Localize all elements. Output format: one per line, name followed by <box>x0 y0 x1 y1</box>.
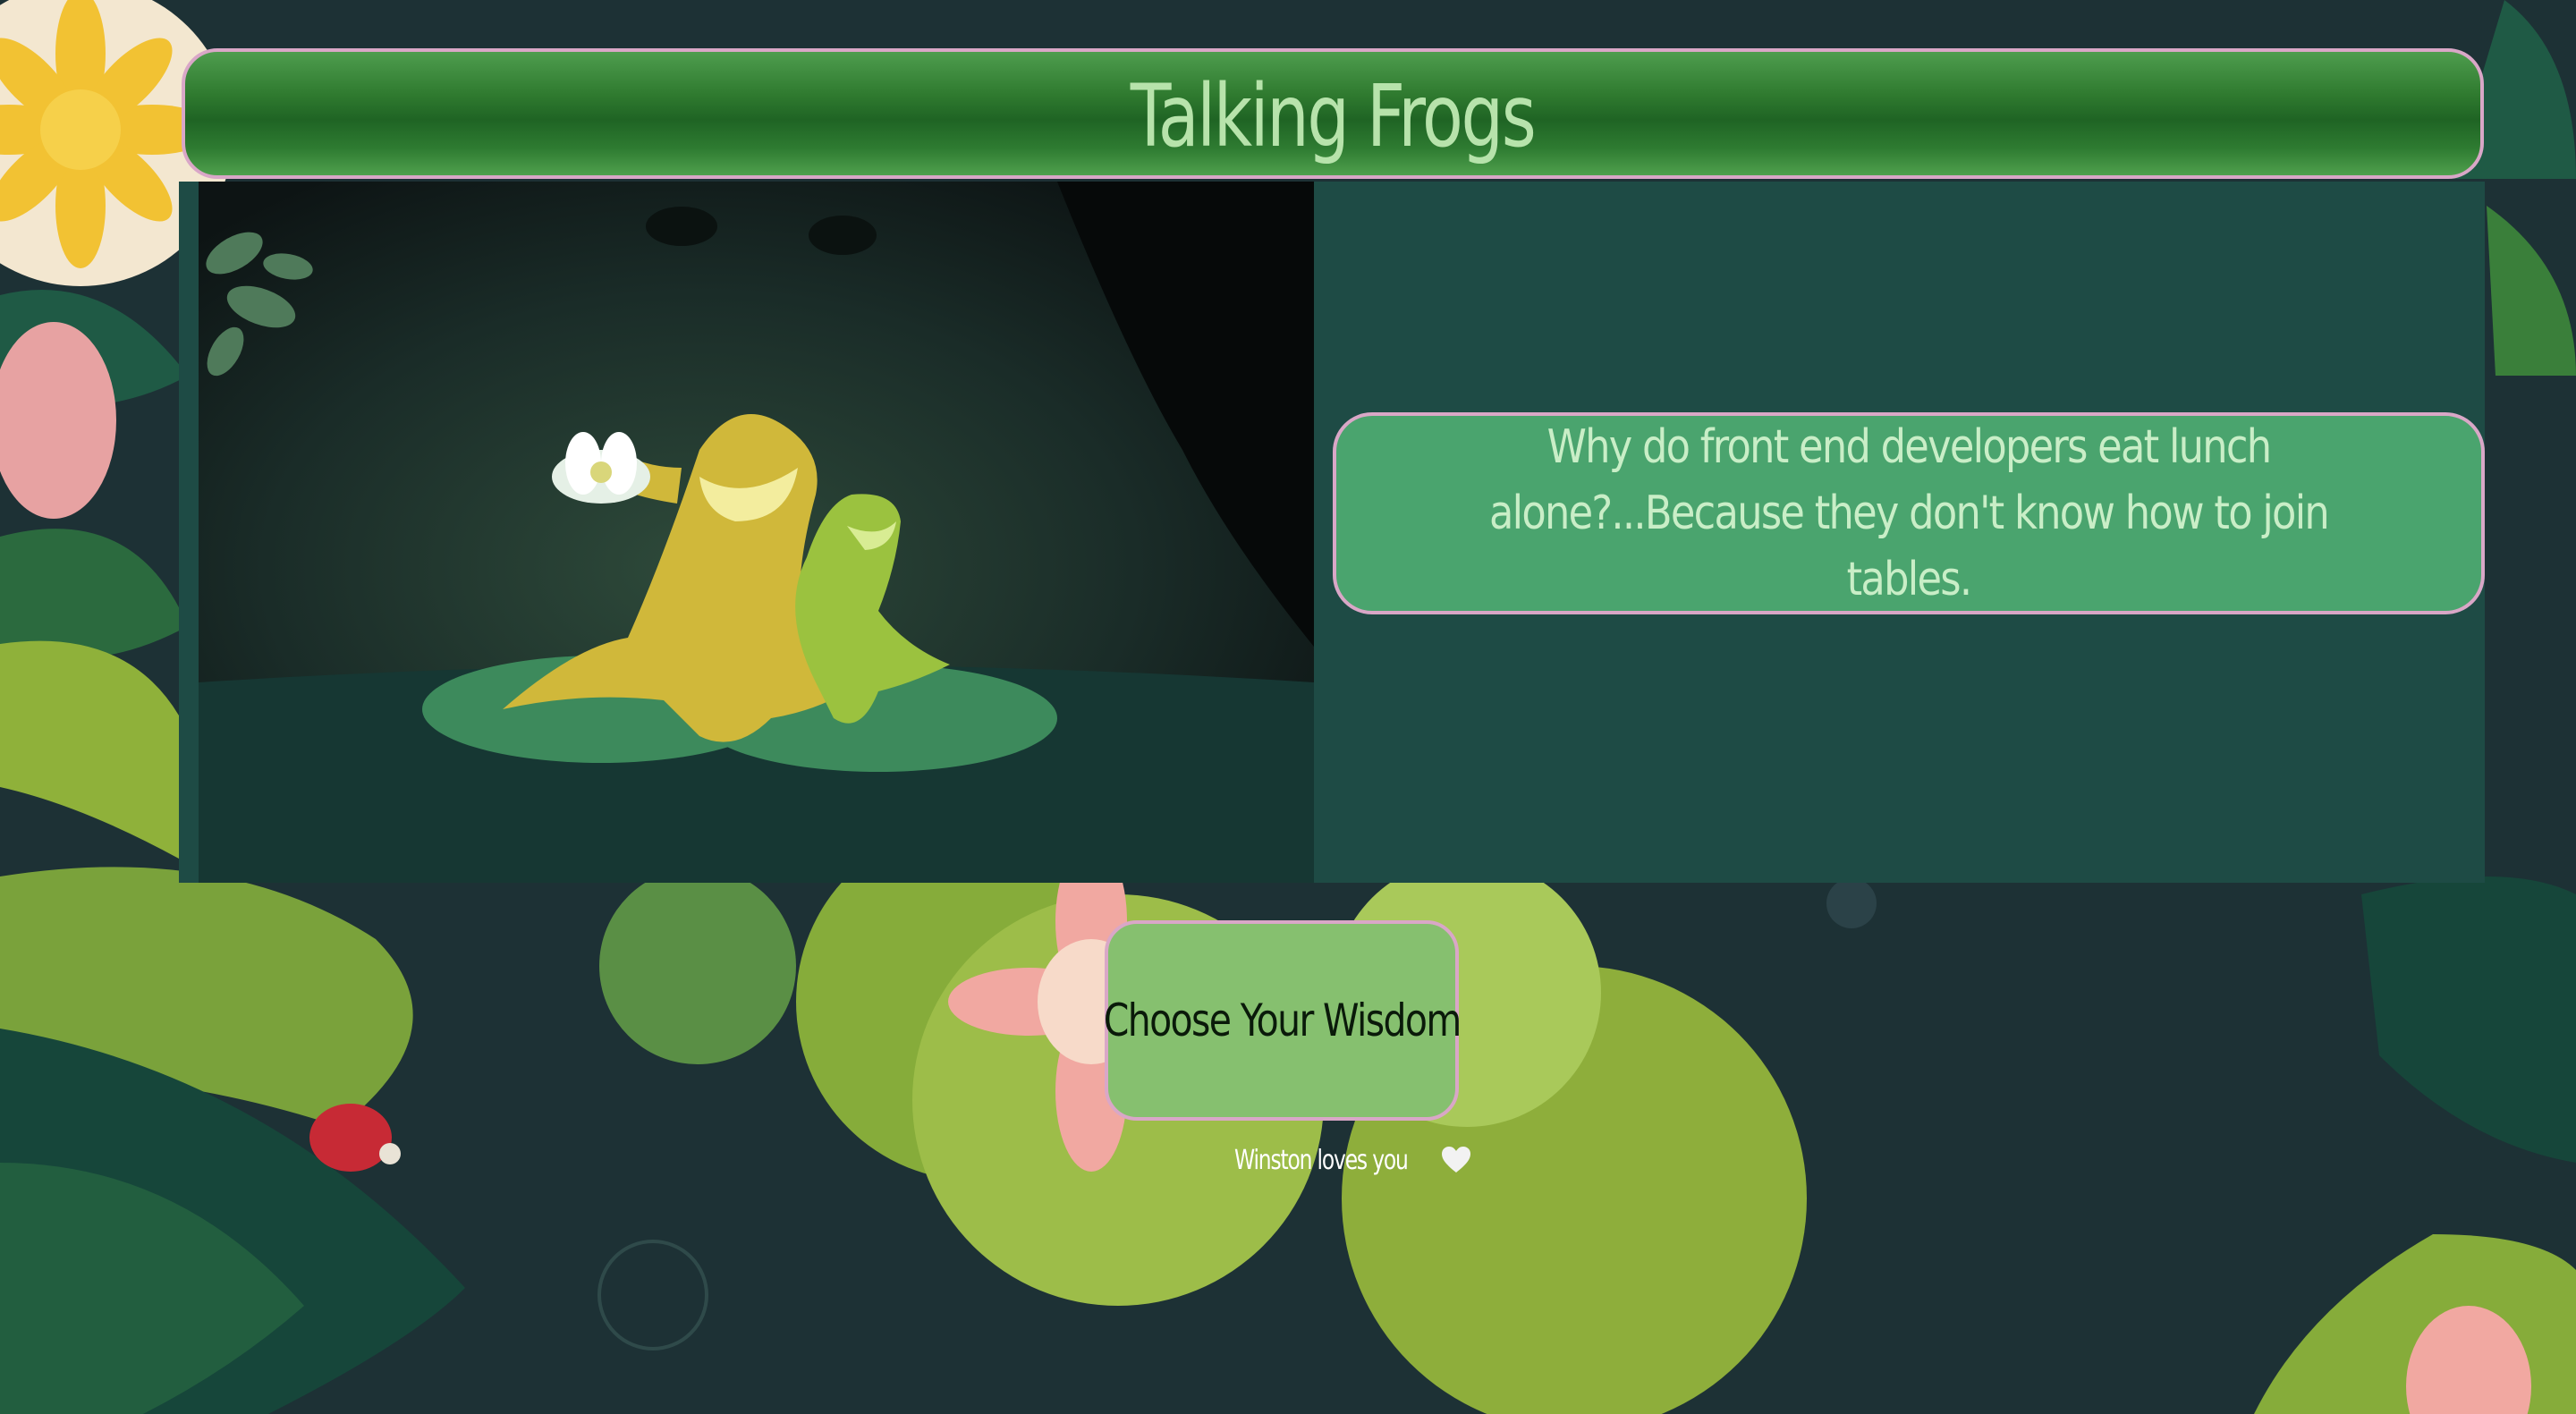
choose-your-wisdom-label: Choose Your Wisdom <box>1103 995 1462 1046</box>
white-heart-icon <box>1442 1147 1471 1173</box>
dancing-frogs-image <box>199 182 1314 883</box>
title-bar: Talking Frogs <box>182 48 2484 179</box>
main-panel: Why do front end developers eat lunch al… <box>179 182 2485 883</box>
joke-box: Why do front end developers eat lunch al… <box>1333 412 2485 614</box>
choose-your-wisdom-button[interactable]: Choose Your Wisdom <box>1103 920 1462 1121</box>
footer-text: Winston loves you <box>1234 1144 1409 1176</box>
joke-text: Why do front end developers eat lunch al… <box>1488 420 2330 606</box>
footer: Winston loves you <box>1234 1138 1472 1182</box>
page-title: Talking Frogs <box>1131 66 1537 166</box>
